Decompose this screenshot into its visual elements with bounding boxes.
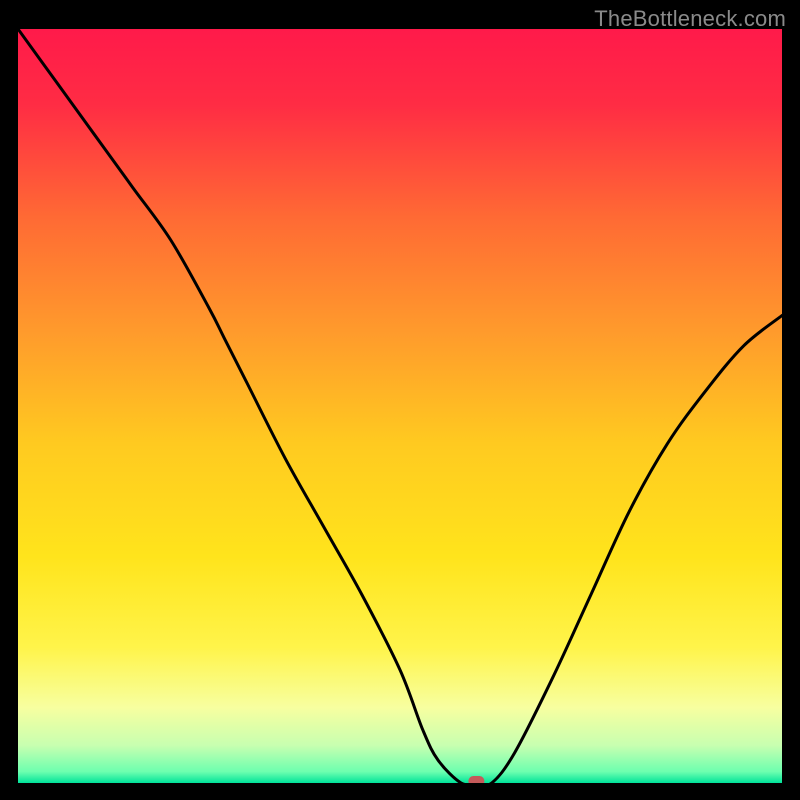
plot-area	[18, 29, 782, 783]
chart-container: TheBottleneck.com	[0, 0, 800, 800]
optimum-marker	[468, 776, 484, 783]
bottleneck-curve-chart	[18, 29, 782, 783]
watermark-text: TheBottleneck.com	[594, 6, 786, 32]
